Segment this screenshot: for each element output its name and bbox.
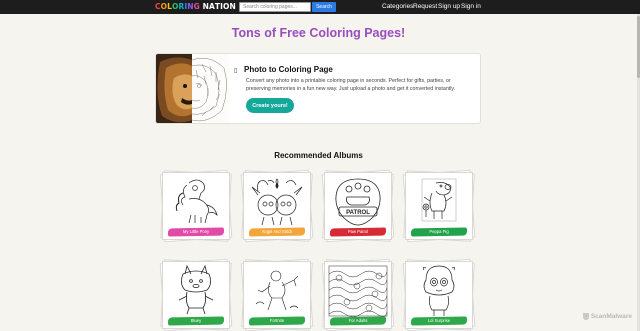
lion-image [156, 54, 229, 123]
peppa-pig-drawing [421, 178, 457, 222]
search-input[interactable]: Search coloring pages... [239, 2, 311, 12]
album-label: My Little Pony [182, 229, 210, 234]
promo-title-text: Photo to Coloring Page [244, 65, 333, 74]
album-card[interactable]: Peppa Pig [402, 169, 476, 243]
fortnite-drawing [255, 270, 299, 311]
recommended-albums-title: Recommended Albums [274, 151, 363, 160]
album-label: Angel And Stitch [261, 229, 293, 234]
adult-pattern-drawing [328, 265, 388, 318]
angel-stitch-drawing [251, 178, 303, 226]
promo-title: ▯ Photo to Coloring Page [234, 65, 333, 74]
paw-patrol-badge-drawing: PATROL [335, 178, 381, 226]
image-icon: ▯ [234, 68, 238, 74]
page-headline: Tons of Free Coloring Pages! [231, 26, 406, 40]
site-logo[interactable]: COLORING NATION [155, 2, 236, 11]
watermark-text: ScanMalware [590, 313, 632, 321]
album-label: For Adults [348, 318, 368, 323]
nav-signin[interactable]: Sign in [461, 3, 481, 10]
album-card[interactable]: My Little Pony [159, 169, 233, 243]
album-card[interactable]: Lol Surprise [402, 258, 476, 331]
album-card[interactable]: Fortnite [240, 258, 314, 331]
album-card[interactable]: Bluey [159, 258, 233, 331]
lol-surprise-drawing [422, 265, 456, 316]
album-label: Paw Patrol [347, 229, 369, 234]
bluey-drawing [178, 264, 214, 315]
photo-to-coloring-card: ▯ Photo to Coloring Page Convert any phot… [155, 53, 481, 124]
watermark: ScanMalware [582, 313, 632, 321]
shield-icon [582, 313, 589, 320]
promo-description: Convert any photo into a printable color… [246, 78, 456, 92]
nav-signup[interactable]: Sign up [438, 3, 460, 10]
top-navbar: COLORING NATION Search coloring pages...… [0, 0, 640, 14]
pony-drawing [175, 179, 218, 224]
album-label: Lol Surprise [427, 318, 451, 323]
logo-letter: N [229, 2, 236, 11]
album-label: Bluey [190, 318, 202, 323]
svg-text:PATROL: PATROL [346, 210, 370, 216]
search-button[interactable]: Search [312, 2, 336, 12]
nav-request[interactable]: Request [413, 3, 437, 10]
album-label: Peppa Pig [429, 229, 449, 234]
album-card[interactable]: For Adults [321, 258, 395, 331]
album-card[interactable]: Angel And Stitch [240, 169, 314, 243]
album-card[interactable]: PATROL Paw Patrol [321, 169, 395, 243]
create-yours-button[interactable]: Create yours! [246, 98, 294, 113]
album-label: Fortnite [269, 318, 285, 323]
nav-categories[interactable]: Categories [382, 3, 413, 10]
